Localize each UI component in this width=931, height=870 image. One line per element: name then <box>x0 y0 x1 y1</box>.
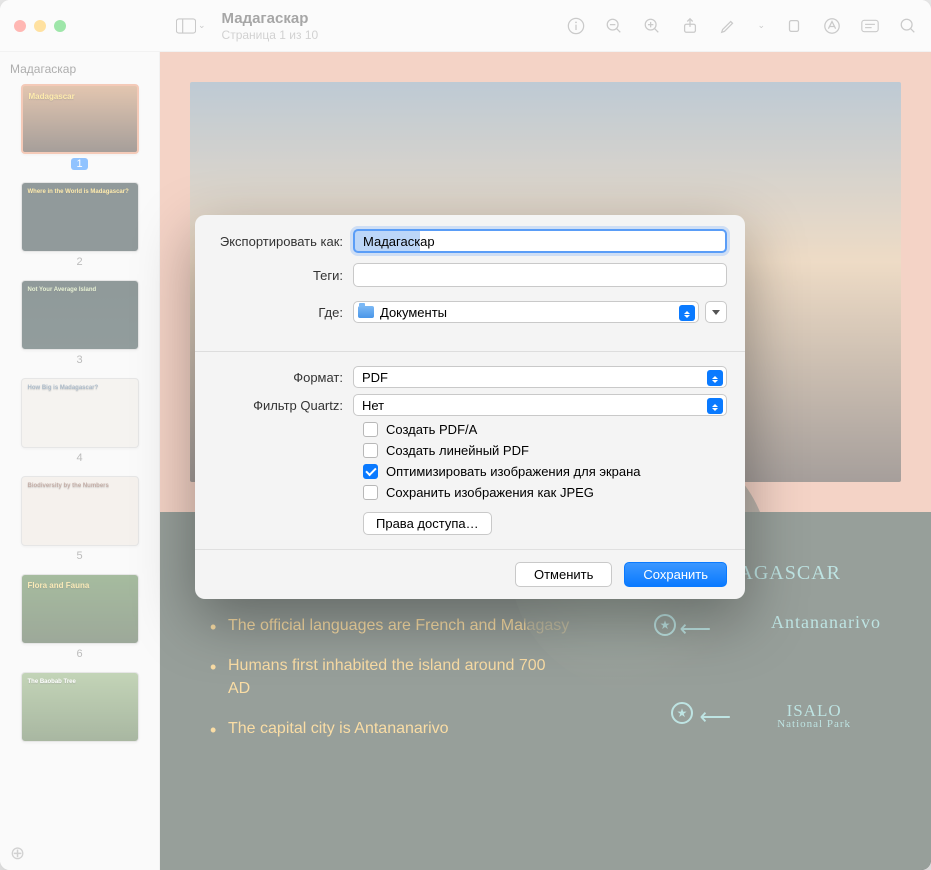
checkbox-icon <box>363 443 378 458</box>
export-as-label: Экспортировать как: <box>213 234 353 249</box>
chevron-updown-icon <box>707 370 723 386</box>
app-window: ⌄ Мадагаскар Страница 1 из 10 ⌄ Мадагаск… <box>0 0 931 870</box>
jpeg-checkbox-label: Сохранить изображения как JPEG <box>386 485 594 500</box>
optimize-images-checkbox-label: Оптимизировать изображения для экрана <box>386 464 641 479</box>
tags-input[interactable] <box>353 263 727 287</box>
where-label: Где: <box>213 305 353 320</box>
jpeg-checkbox-row[interactable]: Сохранить изображения как JPEG <box>363 485 727 500</box>
quartz-filter-label: Фильтр Quartz: <box>213 398 353 413</box>
permissions-button[interactable]: Права доступа… <box>363 512 492 535</box>
optimize-images-checkbox-row[interactable]: Оптимизировать изображения для экрана <box>363 464 727 479</box>
chevron-updown-icon <box>707 398 723 414</box>
checkbox-icon <box>363 485 378 500</box>
linear-pdf-checkbox-row[interactable]: Создать линейный PDF <box>363 443 727 458</box>
expand-location-button[interactable] <box>705 301 727 323</box>
format-label: Формат: <box>213 370 353 385</box>
quartz-filter-select[interactable]: Нет <box>353 394 727 416</box>
checkbox-icon <box>363 464 378 479</box>
where-select[interactable]: Документы <box>353 301 699 323</box>
format-select[interactable]: PDF <box>353 366 727 388</box>
save-button[interactable]: Сохранить <box>624 562 727 587</box>
tags-label: Теги: <box>213 268 353 283</box>
pdfa-checkbox-row[interactable]: Создать PDF/A <box>363 422 727 437</box>
export-dialog: Экспортировать как: Теги: Где: Документы <box>195 215 745 599</box>
chevron-updown-icon <box>679 305 695 321</box>
folder-icon <box>358 306 374 318</box>
cancel-button[interactable]: Отменить <box>515 562 612 587</box>
pdfa-checkbox-label: Создать PDF/A <box>386 422 477 437</box>
checkbox-icon <box>363 422 378 437</box>
dialog-footer: Отменить Сохранить <box>195 549 745 599</box>
linear-pdf-checkbox-label: Создать линейный PDF <box>386 443 529 458</box>
filename-input[interactable] <box>353 229 727 253</box>
